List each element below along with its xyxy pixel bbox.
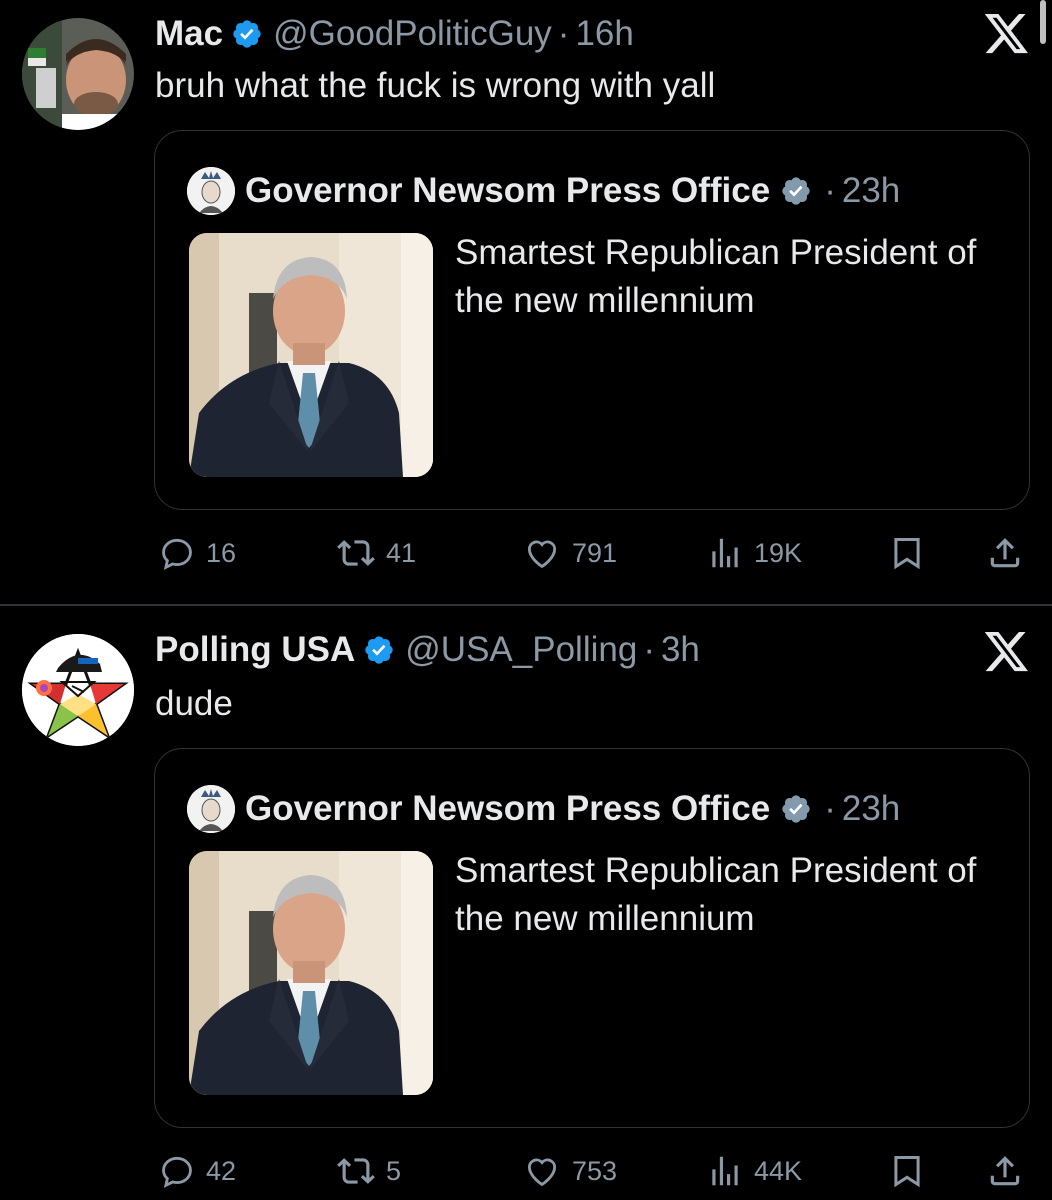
tweet-text: bruh what the fuck is wrong with yall bbox=[155, 66, 716, 105]
views-button[interactable]: 44K bbox=[706, 1146, 802, 1196]
portrait-image bbox=[189, 851, 433, 1095]
heart-icon bbox=[527, 1158, 557, 1187]
tweet[interactable]: Mac @GoodPoliticGuy · 16h bruh what the … bbox=[0, 0, 1052, 604]
portrait-image bbox=[189, 233, 433, 477]
repost-icon bbox=[337, 540, 375, 566]
quoted-photo[interactable] bbox=[189, 851, 433, 1095]
quoted-tweet[interactable]: Governor Newsom Press Office · 23h Smart… bbox=[154, 748, 1030, 1128]
avatar[interactable] bbox=[22, 18, 134, 130]
views-chart-icon bbox=[712, 1156, 738, 1186]
repost-icon bbox=[337, 1158, 375, 1184]
timestamp[interactable]: 16h bbox=[575, 14, 633, 54]
quoted-timestamp[interactable]: 23h bbox=[842, 789, 900, 829]
scrollbar[interactable] bbox=[1040, 0, 1046, 44]
bookmark-button[interactable] bbox=[888, 528, 926, 578]
bookmark-button[interactable] bbox=[888, 1146, 926, 1196]
author-name[interactable]: Polling USA bbox=[155, 630, 355, 670]
tweet-text: dude bbox=[155, 684, 233, 723]
view-count: 44K bbox=[754, 1155, 803, 1186]
action-bar: 42 5 753 44K bbox=[0, 1146, 1052, 1196]
verified-badge-icon bbox=[782, 177, 810, 205]
separator: · bbox=[643, 630, 655, 669]
x-logo-icon bbox=[984, 632, 1028, 672]
x-logo-icon bbox=[984, 14, 1028, 54]
reply-button[interactable]: 16 bbox=[158, 528, 236, 578]
view-count: 19K bbox=[754, 537, 803, 568]
action-bar: 16 41 791 19K bbox=[0, 528, 1052, 578]
separator: · bbox=[824, 789, 836, 828]
reply-count: 16 bbox=[206, 537, 237, 568]
share-button[interactable] bbox=[986, 528, 1024, 578]
divider bbox=[0, 604, 1052, 606]
like-button[interactable]: 791 bbox=[522, 528, 617, 578]
reply-count: 42 bbox=[206, 1155, 237, 1186]
avatar[interactable] bbox=[22, 634, 134, 746]
quoted-avatar[interactable] bbox=[187, 167, 235, 215]
quoted-avatar-image bbox=[187, 785, 235, 833]
separator: · bbox=[824, 171, 836, 210]
like-count: 791 bbox=[572, 537, 618, 568]
quoted-text: Smartest Republican President of the new… bbox=[455, 233, 977, 320]
share-icon bbox=[990, 538, 1020, 568]
bookmark-icon bbox=[894, 538, 920, 570]
timestamp[interactable]: 3h bbox=[661, 630, 700, 670]
verified-badge-icon bbox=[782, 795, 810, 823]
quoted-author-name[interactable]: Governor Newsom Press Office bbox=[245, 171, 770, 211]
quoted-tweet[interactable]: Governor Newsom Press Office · 23h Smart… bbox=[154, 130, 1030, 510]
author-handle[interactable]: @GoodPoliticGuy bbox=[273, 14, 552, 54]
quoted-timestamp[interactable]: 23h bbox=[842, 171, 900, 211]
repost-count: 5 bbox=[386, 1155, 402, 1186]
repost-button[interactable]: 41 bbox=[336, 528, 416, 578]
heart-icon bbox=[527, 540, 557, 569]
quoted-author-name[interactable]: Governor Newsom Press Office bbox=[245, 789, 770, 829]
author-name[interactable]: Mac bbox=[155, 14, 223, 54]
avatar-photo bbox=[22, 18, 134, 130]
reply-button[interactable]: 42 bbox=[158, 1146, 236, 1196]
bookmark-icon bbox=[894, 1156, 920, 1188]
share-button[interactable] bbox=[986, 1146, 1024, 1196]
quoted-avatar-image bbox=[187, 167, 235, 215]
reply-icon bbox=[162, 1156, 192, 1188]
quoted-text: Smartest Republican President of the new… bbox=[455, 851, 977, 938]
avatar-logo bbox=[22, 634, 134, 746]
separator: · bbox=[557, 14, 570, 53]
verified-badge-icon bbox=[365, 636, 393, 664]
repost-button[interactable]: 5 bbox=[336, 1146, 401, 1196]
share-icon bbox=[990, 1156, 1020, 1186]
repost-count: 41 bbox=[386, 537, 417, 568]
author-handle[interactable]: @USA_Polling bbox=[405, 630, 637, 670]
quoted-photo[interactable] bbox=[189, 233, 433, 477]
views-chart-icon bbox=[712, 538, 738, 568]
views-button[interactable]: 19K bbox=[706, 528, 802, 578]
like-button[interactable]: 753 bbox=[522, 1146, 617, 1196]
reply-icon bbox=[162, 538, 192, 570]
like-count: 753 bbox=[572, 1155, 618, 1186]
verified-badge-icon bbox=[233, 20, 261, 48]
quoted-avatar[interactable] bbox=[187, 785, 235, 833]
